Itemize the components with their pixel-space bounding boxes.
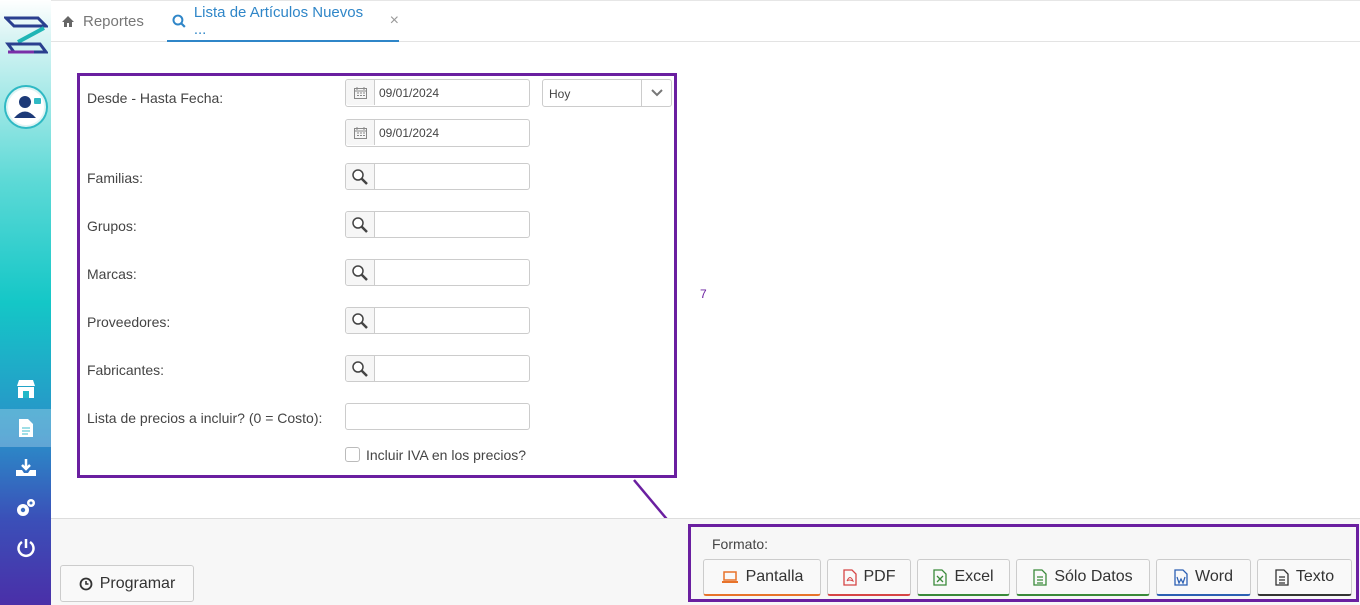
date-preset-value: Hoy <box>549 87 571 101</box>
pdf-label: PDF <box>863 568 896 585</box>
iva-checkbox[interactable] <box>345 447 360 462</box>
date-preset-select[interactable]: Hoy <box>542 79 672 107</box>
settings-icon[interactable] <box>0 489 51 527</box>
excel-file-icon <box>933 568 948 586</box>
programar-label: Programar <box>99 574 176 592</box>
date-from-field[interactable]: 09/01/2024 <box>345 79 530 107</box>
tab-bar: Reportes Lista de Artículos Nuevos ... × <box>51 0 1360 42</box>
magnifier-icon[interactable] <box>346 356 375 381</box>
solo-datos-button[interactable]: Sólo Datos <box>1016 559 1150 596</box>
solo-datos-label: Sólo Datos <box>1054 568 1133 585</box>
precios-input[interactable] <box>345 403 530 430</box>
pdf-file-icon <box>842 568 857 586</box>
sidebar <box>0 0 51 605</box>
tab-label: Reportes <box>83 13 144 30</box>
chevron-down-icon[interactable] <box>641 80 671 106</box>
close-icon[interactable]: × <box>390 12 399 30</box>
magnifier-icon[interactable] <box>346 212 375 237</box>
texto-button[interactable]: Texto <box>1257 559 1352 596</box>
data-file-icon <box>1033 568 1048 586</box>
iva-label[interactable]: Incluir IVA en los precios? <box>366 447 526 463</box>
pdf-button[interactable]: PDF <box>827 559 911 596</box>
word-button[interactable]: Word <box>1156 559 1251 596</box>
home-icon <box>62 16 74 27</box>
tab-lista-articulos[interactable]: Lista de Artículos Nuevos ... × <box>167 1 399 42</box>
laptop-icon <box>721 570 738 583</box>
grupos-label: Grupos: <box>87 218 137 234</box>
magnifier-icon[interactable] <box>346 308 375 333</box>
word-file-icon <box>1174 568 1188 586</box>
texto-label: Texto <box>1295 568 1335 585</box>
user-avatar[interactable] <box>6 87 46 127</box>
power-icon[interactable] <box>0 529 51 567</box>
calendar-icon[interactable] <box>346 80 375 105</box>
clock-icon <box>79 577 93 590</box>
calendar-icon[interactable] <box>346 120 375 145</box>
annotation-form-number: 7 <box>700 287 707 301</box>
marcas-field[interactable] <box>345 259 530 286</box>
app-logo[interactable] <box>2 12 50 58</box>
magnifier-icon[interactable] <box>346 260 375 285</box>
familias-field[interactable] <box>345 163 530 190</box>
precios-label: Lista de precios a incluir? (0 = Costo): <box>87 410 323 426</box>
document-icon[interactable] <box>0 409 51 447</box>
date-to-field[interactable]: 09/01/2024 <box>345 119 530 147</box>
text-file-icon <box>1275 568 1289 586</box>
formato-label: Formato: <box>712 536 769 552</box>
magnifier-icon[interactable] <box>346 164 375 189</box>
pantalla-button[interactable]: Pantalla <box>703 559 821 596</box>
excel-label: Excel <box>954 568 994 585</box>
date-to-value: 09/01/2024 <box>379 126 440 140</box>
download-icon[interactable] <box>0 449 51 487</box>
tab-reportes[interactable]: Reportes <box>61 1 144 42</box>
pantalla-label: Pantalla <box>745 568 804 585</box>
fabricantes-label: Fabricantes: <box>87 362 165 378</box>
date-range-label: Desde - Hasta Fecha: <box>87 90 224 106</box>
word-label: Word <box>1195 568 1233 585</box>
marcas-label: Marcas: <box>87 266 137 282</box>
fabricantes-field[interactable] <box>345 355 530 382</box>
familias-label: Familias: <box>87 170 144 186</box>
proveedores-label: Proveedores: <box>87 314 171 330</box>
proveedores-field[interactable] <box>345 307 530 334</box>
store-icon[interactable] <box>0 370 51 408</box>
excel-button[interactable]: Excel <box>917 559 1010 596</box>
programar-button[interactable]: Programar <box>60 565 194 602</box>
date-from-value: 09/01/2024 <box>379 86 440 100</box>
tab-label: Lista de Artículos Nuevos ... <box>193 3 364 38</box>
search-icon <box>172 14 186 28</box>
grupos-field[interactable] <box>345 211 530 238</box>
